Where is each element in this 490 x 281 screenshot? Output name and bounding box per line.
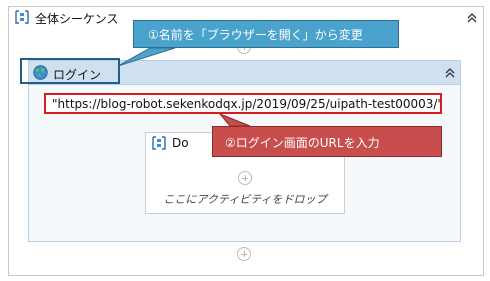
double-chevron-up-icon[interactable] xyxy=(465,11,479,25)
drop-hint: ここにアクティビティをドロップ xyxy=(163,193,327,206)
outer-sequence-title: 全体シーケンス xyxy=(35,12,119,26)
url-input[interactable]: "https://blog-robot.sekenkodqx.jp/2019/0… xyxy=(44,93,442,114)
double-chevron-up-icon[interactable] xyxy=(443,66,457,80)
do-sequence-title: Do xyxy=(172,136,189,150)
sequence-icon xyxy=(152,136,166,150)
add-circle-icon[interactable] xyxy=(238,171,252,185)
add-circle-icon[interactable] xyxy=(237,247,251,261)
callout-rename: ①名前を「ブラウザーを開く」から変更 xyxy=(133,20,399,48)
browser-title-highlight xyxy=(20,58,120,84)
callout-enter-url: ②ログイン画面のURLを入力 xyxy=(212,126,442,157)
sequence-icon xyxy=(15,10,29,24)
